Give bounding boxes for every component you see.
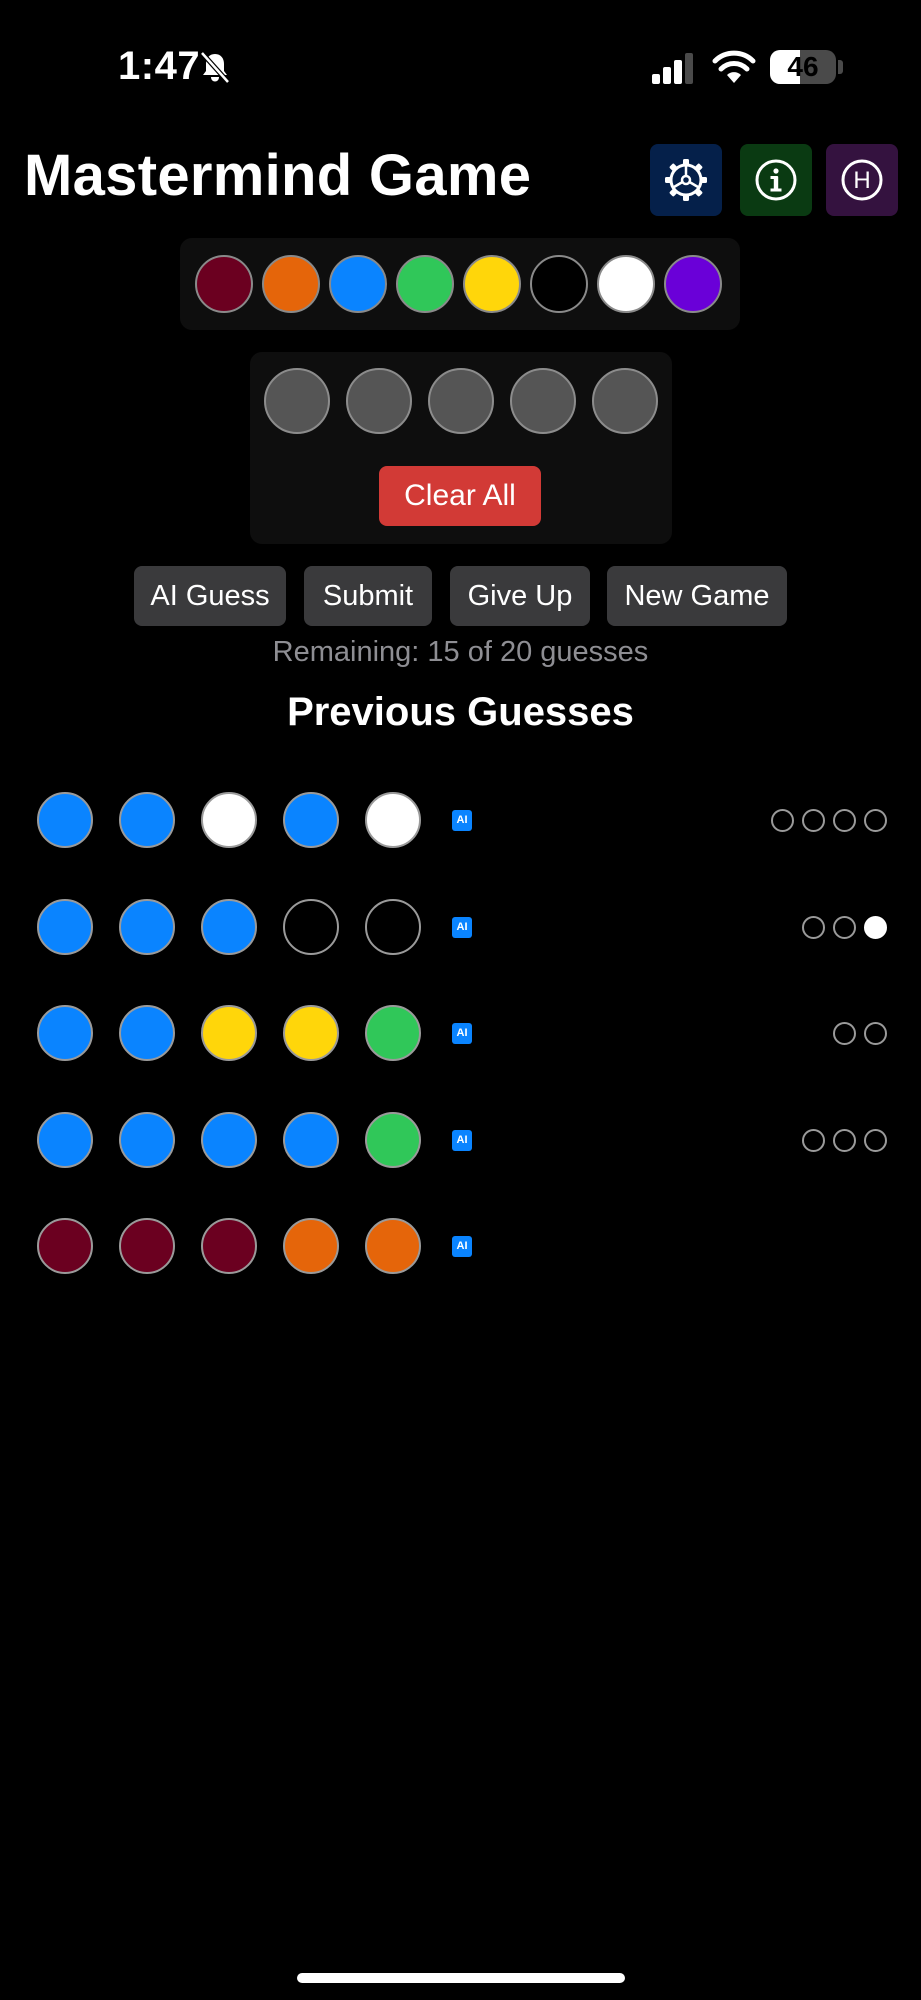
cellular-signal-icon <box>652 53 693 84</box>
ai-guess-button[interactable]: AI Guess <box>134 566 286 626</box>
status-bar: 1:47 46 <box>0 0 921 140</box>
guess-peg <box>283 1005 339 1061</box>
give-up-button[interactable]: Give Up <box>450 566 590 626</box>
ai-badge: AI <box>452 916 472 938</box>
home-indicator <box>297 1973 625 1983</box>
feedback-peg-empty <box>833 1128 856 1152</box>
feedback-peg-empty <box>833 915 856 939</box>
feedback-peg-empty <box>771 809 794 832</box>
palette-color-peg[interactable] <box>664 255 722 313</box>
palette-color-peg[interactable] <box>329 255 387 313</box>
ai-badge: AI <box>452 810 472 831</box>
feedback-peg-empty <box>802 809 825 832</box>
guess-peg <box>283 792 339 848</box>
guess-peg <box>37 1111 93 1168</box>
palette-color-peg[interactable] <box>530 255 588 313</box>
guess-peg <box>201 792 257 848</box>
palette-color-peg[interactable] <box>597 255 655 313</box>
guess-row: AI <box>0 1110 921 1170</box>
history-button[interactable]: H <box>826 144 898 216</box>
guess-peg <box>37 1218 93 1274</box>
previous-guesses-title: Previous Guesses <box>287 690 634 734</box>
guess-peg <box>37 792 93 848</box>
feedback-peg-empty <box>833 809 856 832</box>
guess-peg <box>283 1111 339 1168</box>
guess-peg <box>119 898 175 955</box>
guess-peg <box>37 1005 93 1061</box>
guess-peg <box>365 1111 421 1168</box>
status-time: 1:47 <box>118 44 201 88</box>
ai-badge: AI <box>452 1236 472 1257</box>
guess-slot[interactable] <box>346 368 412 434</box>
guess-slot[interactable] <box>264 368 330 434</box>
guess-row: AI <box>0 1216 921 1276</box>
page-title: Mastermind Game <box>24 143 532 208</box>
feedback-peg-filled <box>864 915 887 939</box>
guess-slot[interactable] <box>510 368 576 434</box>
guess-peg <box>201 898 257 955</box>
bell-slash-icon <box>200 51 230 84</box>
settings-button[interactable] <box>650 144 722 216</box>
battery-tip <box>838 60 843 74</box>
history-icon: H <box>841 159 883 201</box>
guess-peg <box>365 898 421 955</box>
feedback-peg-empty <box>833 1022 856 1045</box>
guess-row: AI <box>0 897 921 957</box>
palette-color-peg[interactable] <box>262 255 320 313</box>
guess-peg <box>365 1218 421 1274</box>
guess-row: AI <box>0 1003 921 1063</box>
guess-peg <box>283 1218 339 1274</box>
color-palette <box>180 238 740 330</box>
feedback-peg-empty <box>864 1128 887 1152</box>
gear-icon <box>665 159 707 201</box>
battery-percentage: 46 <box>787 51 819 82</box>
ai-badge: AI <box>452 1129 472 1151</box>
feedback-peg-empty <box>864 1022 887 1045</box>
guess-peg <box>119 1111 175 1168</box>
guess-peg <box>365 792 421 848</box>
remaining-guesses-text: Remaining: 15 of 20 guesses <box>272 636 649 668</box>
guess-peg <box>119 1218 175 1274</box>
guess-peg <box>201 1111 257 1168</box>
clear-all-button[interactable]: Clear All <box>379 466 541 526</box>
palette-color-peg[interactable] <box>195 255 253 313</box>
feedback-peg-empty <box>864 809 887 832</box>
guess-row: AI <box>0 790 921 850</box>
feedback-peg-empty <box>802 1128 825 1152</box>
guess-peg <box>119 792 175 848</box>
guess-peg <box>283 898 339 955</box>
svg-text:H: H <box>853 167 870 194</box>
info-button[interactable] <box>740 144 812 216</box>
guess-peg <box>365 1005 421 1061</box>
guess-peg <box>201 1005 257 1061</box>
info-icon <box>755 159 797 201</box>
palette-color-peg[interactable] <box>396 255 454 313</box>
palette-color-peg[interactable] <box>463 255 521 313</box>
feedback-peg-empty <box>802 915 825 939</box>
wifi-icon <box>712 50 756 83</box>
new-game-button[interactable]: New Game <box>607 566 787 626</box>
battery-icon: 46 <box>770 50 836 84</box>
guess-peg <box>37 898 93 955</box>
submit-button[interactable]: Submit <box>304 566 432 626</box>
guess-slot[interactable] <box>592 368 658 434</box>
current-guess-panel: Clear All <box>250 352 672 544</box>
guess-peg <box>119 1005 175 1061</box>
guess-slot[interactable] <box>428 368 494 434</box>
ai-badge: AI <box>452 1023 472 1044</box>
guess-peg <box>201 1218 257 1274</box>
